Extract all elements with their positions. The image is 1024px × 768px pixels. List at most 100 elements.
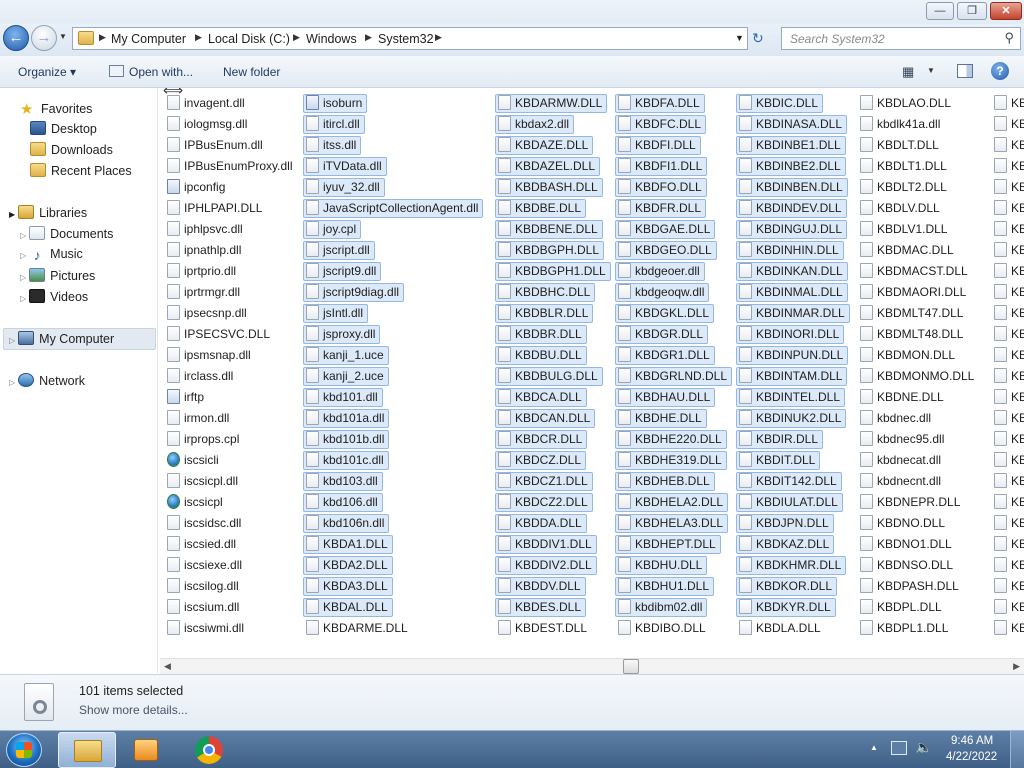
file-item[interactable]: KBDBGPH1.DLL: [495, 262, 611, 281]
file-item[interactable]: KB: [991, 346, 1024, 365]
file-item[interactable]: itircl.dll: [303, 115, 365, 134]
sidebar-item-desktop[interactable]: Desktop: [30, 121, 97, 136]
open-with-button[interactable]: Open with...: [129, 65, 193, 79]
file-item[interactable]: kbdgeoer.dll: [615, 262, 705, 281]
file-item[interactable]: iscsiwmi.dll: [164, 619, 249, 638]
file-item[interactable]: kbdibm02.dll: [615, 598, 708, 617]
file-item[interactable]: KB: [991, 178, 1024, 197]
file-item[interactable]: KBDA3.DLL: [303, 577, 393, 596]
file-item[interactable]: KBDLAO.DLL: [857, 94, 956, 113]
file-item[interactable]: KBDHE319.DLL: [615, 451, 727, 470]
file-item[interactable]: iscsidsc.dll: [164, 514, 246, 533]
address-bar[interactable]: ▶ My Computer ▶ Local Disk (C:) ▶ Window…: [72, 27, 748, 50]
file-item[interactable]: kbd101c.dll: [303, 451, 389, 470]
file-item[interactable]: irclass.dll: [164, 367, 238, 386]
file-item[interactable]: KBDBE.DLL: [495, 199, 587, 218]
file-item[interactable]: kanji_2.uce: [303, 367, 389, 386]
horizontal-scrollbar[interactable]: ◀ ▶: [160, 658, 1024, 674]
file-item[interactable]: IPHLPAPI.DLL: [164, 199, 267, 218]
file-item[interactable]: KBDKAZ.DLL: [736, 535, 835, 554]
help-icon[interactable]: ?: [991, 62, 1009, 80]
breadcrumb-my-computer[interactable]: My Computer: [111, 32, 186, 46]
file-item[interactable]: KB: [991, 451, 1024, 470]
file-item[interactable]: KBDKHMR.DLL: [736, 556, 847, 575]
file-item[interactable]: KBDAZE.DLL: [495, 136, 594, 155]
file-item[interactable]: KBDNE.DLL: [857, 388, 949, 407]
file-item[interactable]: KBDCR.DLL: [495, 430, 588, 449]
file-item[interactable]: KBDKYR.DLL: [736, 598, 836, 617]
file-item[interactable]: KBDHELA2.DLL: [615, 493, 729, 512]
file-item[interactable]: KBDARMW.DLL: [495, 94, 608, 113]
file-item[interactable]: KB: [991, 325, 1024, 344]
file-item[interactable]: KBDFA.DLL: [615, 94, 705, 113]
file-item[interactable]: JavaScriptCollectionAgent.dll: [303, 199, 484, 218]
expand-arrow-icon[interactable]: ▷: [20, 251, 26, 260]
file-item[interactable]: kanji_1.uce: [303, 346, 389, 365]
taskbar-media-player-button[interactable]: [118, 732, 176, 768]
file-item[interactable]: KBDCA.DLL: [495, 388, 587, 407]
clock-date[interactable]: 4/22/2022: [946, 751, 997, 763]
file-item[interactable]: kbd101a.dll: [303, 409, 390, 428]
back-button[interactable]: ←: [3, 25, 29, 51]
file-item[interactable]: KBDINHIN.DLL: [736, 241, 844, 260]
file-item[interactable]: KBDGEO.DLL: [615, 241, 717, 260]
file-item[interactable]: KBDHEPT.DLL: [615, 535, 721, 554]
file-item[interactable]: KBDHE.DLL: [615, 409, 707, 428]
file-item[interactable]: KB: [991, 514, 1024, 533]
file-item[interactable]: KBDNO.DLL: [857, 514, 950, 533]
file-item[interactable]: KBDHU1.DLL: [615, 577, 715, 596]
file-item[interactable]: kbd101b.dll: [303, 430, 390, 449]
sidebar-libraries[interactable]: ▶ Libraries: [9, 205, 87, 220]
file-item[interactable]: jscript.dll: [303, 241, 375, 260]
sidebar-favorites[interactable]: ★ Favorites: [20, 100, 92, 118]
file-item[interactable]: kbdnecnt.dll: [857, 472, 946, 491]
breadcrumb-local-disk[interactable]: Local Disk (C:): [208, 32, 290, 46]
file-item[interactable]: KB: [991, 241, 1024, 260]
expand-arrow-icon[interactable]: ▷: [20, 231, 26, 240]
file-item[interactable]: KBDINDEV.DLL: [736, 199, 847, 218]
expand-arrow-icon[interactable]: ▷: [20, 273, 26, 282]
file-item[interactable]: KB: [991, 577, 1024, 596]
file-item[interactable]: KBDEST.DLL: [495, 619, 592, 638]
search-input[interactable]: Search System32 ⚲: [781, 27, 1021, 50]
file-list[interactable]: ⟺ invagent.dll iologmsg.dll IPBusEnum.dll I…: [160, 88, 1024, 658]
file-item[interactable]: KBDINBEN.DLL: [736, 178, 848, 197]
file-item[interactable]: KBDDIV2.DLL: [495, 556, 597, 575]
file-item[interactable]: joy.cpl: [303, 220, 362, 239]
file-item[interactable]: iphlpsvc.dll: [164, 220, 248, 239]
expand-arrow-icon[interactable]: ▶: [9, 210, 15, 219]
file-item[interactable]: KBDBENE.DLL: [495, 220, 603, 239]
file-item[interactable]: kbdlk41a.dll: [857, 115, 945, 134]
file-item[interactable]: kbdnecat.dll: [857, 451, 946, 470]
file-item[interactable]: KBDMAC.DLL: [857, 241, 959, 260]
file-item[interactable]: KB: [991, 199, 1024, 218]
file-item[interactable]: KBDINGUJ.DLL: [736, 220, 848, 239]
file-item[interactable]: jscript9diag.dll: [303, 283, 405, 302]
file-item[interactable]: KBDHU.DLL: [615, 556, 708, 575]
file-item[interactable]: KBDFR.DLL: [615, 199, 707, 218]
file-item[interactable]: kbdax2.dll: [495, 115, 575, 134]
forward-button[interactable]: →: [31, 25, 57, 51]
file-item[interactable]: KB: [991, 619, 1024, 638]
address-dropdown-icon[interactable]: ▼: [735, 33, 744, 43]
file-item[interactable]: KBDINMAL.DLL: [736, 283, 848, 302]
file-item[interactable]: irmon.dll: [164, 409, 234, 428]
file-item[interactable]: KBDIR.DLL: [736, 430, 824, 449]
file-item[interactable]: iscsilog.dll: [164, 577, 244, 596]
file-item[interactable]: KB: [991, 136, 1024, 155]
file-item[interactable]: KBDCZ.DLL: [495, 451, 587, 470]
file-item[interactable]: KBDPASH.DLL: [857, 577, 964, 596]
file-item[interactable]: KB: [991, 493, 1024, 512]
file-item[interactable]: KBDLV.DLL: [857, 199, 945, 218]
file-item[interactable]: KB: [991, 535, 1024, 554]
file-item[interactable]: KBDIC.DLL: [736, 94, 824, 113]
file-item[interactable]: KB: [991, 388, 1024, 407]
file-item[interactable]: kbd106n.dll: [303, 514, 390, 533]
file-item[interactable]: KBDIULAT.DLL: [736, 493, 843, 512]
file-item[interactable]: KBDHAU.DLL: [615, 388, 716, 407]
file-item[interactable]: KBDA1.DLL: [303, 535, 393, 554]
file-item[interactable]: iprtrmgr.dll: [164, 283, 245, 302]
file-item[interactable]: KBDLT2.DLL: [857, 178, 952, 197]
file-item[interactable]: KBDMLT48.DLL: [857, 325, 968, 344]
scroll-left-icon[interactable]: ◀: [164, 661, 171, 672]
